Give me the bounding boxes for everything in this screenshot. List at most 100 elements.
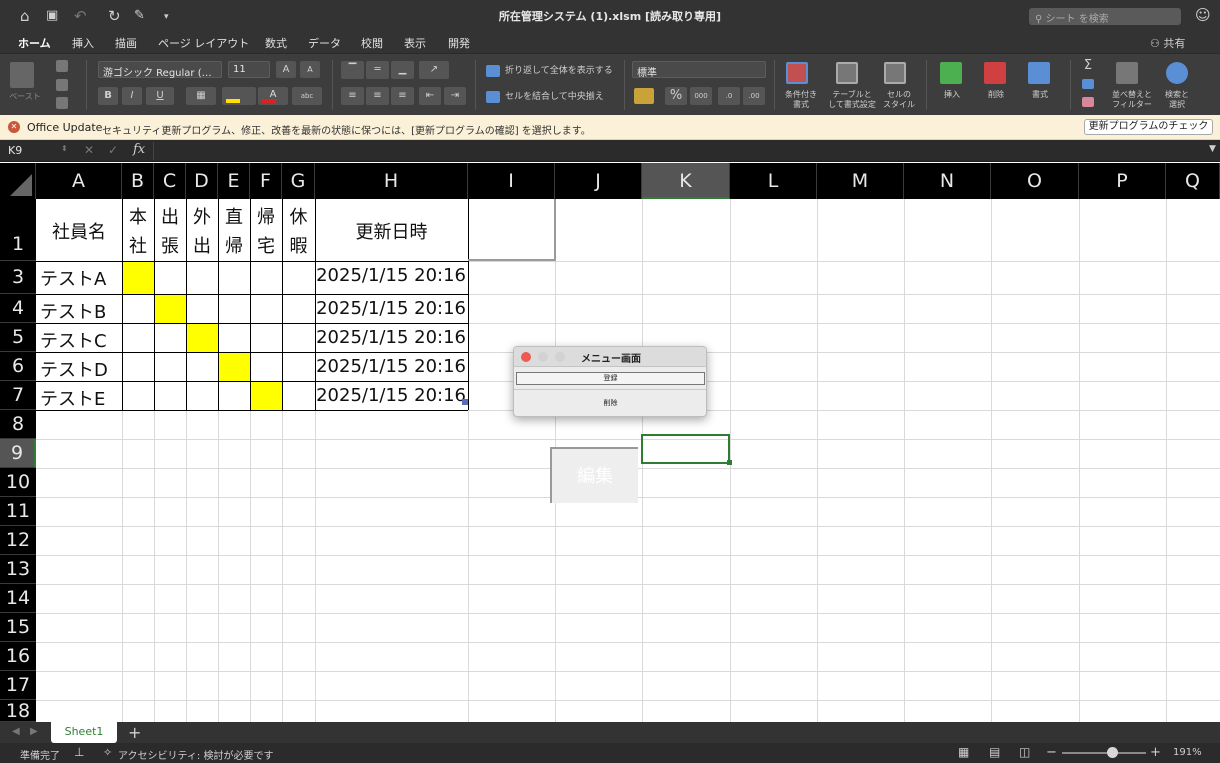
header-status-char[interactable]: 張 xyxy=(154,232,186,258)
column-header[interactable]: D xyxy=(186,163,218,199)
header-status-char[interactable]: 宅 xyxy=(250,232,282,258)
prev-sheet-icon[interactable]: ◀ xyxy=(12,726,20,737)
header-updated-at[interactable]: 更新日時 xyxy=(315,218,468,244)
employee-name-cell[interactable]: テストC xyxy=(40,327,107,353)
row-header[interactable]: 11 xyxy=(0,497,36,526)
decrease-decimal-button[interactable]: .00 xyxy=(743,87,765,105)
zoom-in-button[interactable]: + xyxy=(1150,745,1161,760)
font-size-select[interactable]: 11 xyxy=(228,61,270,78)
row-header[interactable]: 1 xyxy=(0,199,36,261)
orientation-button[interactable]: ↗ xyxy=(419,61,449,79)
bold-button[interactable]: B xyxy=(98,87,118,105)
currency-icon[interactable] xyxy=(634,88,654,104)
name-box-stepper-icon[interactable]: ⬍ xyxy=(61,144,68,153)
row-header[interactable]: 12 xyxy=(0,526,36,555)
column-header[interactable]: Q xyxy=(1166,163,1220,199)
cancel-icon[interactable]: ✕ xyxy=(84,143,94,157)
font-name-select[interactable]: 游ゴシック Regular (… xyxy=(98,61,222,79)
align-top-button[interactable]: ▔ xyxy=(341,61,364,79)
next-sheet-icon[interactable]: ▶ xyxy=(30,726,38,737)
align-center-button[interactable]: ≡ xyxy=(366,87,389,105)
worksheet-grid[interactable]: ABCDEFGHIJKLMNOPQ 1 3 4 5 6 7 8 9 10 11 12 13 14 15 16… xyxy=(0,163,1220,722)
row-header[interactable]: 6 xyxy=(0,352,36,381)
column-header[interactable]: P xyxy=(1079,163,1166,199)
align-right-button[interactable]: ≡ xyxy=(391,87,414,105)
sheet-tab-sheet1[interactable]: Sheet1 xyxy=(51,722,117,743)
tab-data[interactable]: データ xyxy=(308,35,341,51)
accessibility-icon[interactable]: ✧ xyxy=(103,746,112,759)
macro-record-icon[interactable]: ⊥ xyxy=(74,745,84,759)
row-header[interactable]: 8 xyxy=(0,410,36,439)
employee-name-cell[interactable]: テストE xyxy=(40,385,105,411)
select-all-corner[interactable] xyxy=(0,163,36,199)
tab-home[interactable]: ホーム xyxy=(15,35,54,56)
column-header[interactable]: N xyxy=(904,163,991,199)
account-icon[interactable]: ☺ xyxy=(1195,6,1211,24)
accessibility-status[interactable]: アクセシビリティ: 検討が必要です xyxy=(118,747,273,762)
row-header[interactable]: 15 xyxy=(0,613,36,642)
decrease-font-button[interactable]: A xyxy=(300,61,320,78)
updated-at-cell[interactable]: 2025/1/15 20:16 xyxy=(315,356,466,377)
header-status-char[interactable]: 社 xyxy=(122,232,154,258)
row-header[interactable]: 3 xyxy=(0,261,36,294)
row-header[interactable]: 9 xyxy=(0,439,36,468)
employee-name-cell[interactable]: テストA xyxy=(40,265,106,291)
row-header[interactable]: 13 xyxy=(0,555,36,584)
format-cells-icon[interactable] xyxy=(1028,62,1050,84)
row-header[interactable]: 4 xyxy=(0,294,36,323)
fill-color-button[interactable] xyxy=(222,87,256,105)
header-status-char[interactable]: 直 xyxy=(218,203,250,229)
header-status-char[interactable]: 出 xyxy=(186,232,218,258)
header-status-char[interactable]: 帰 xyxy=(218,232,250,258)
expand-formula-icon[interactable]: ▼ xyxy=(1209,144,1216,154)
zoom-level[interactable]: 191% xyxy=(1173,747,1202,758)
tab-review[interactable]: 校閲 xyxy=(361,35,383,51)
column-header[interactable]: M xyxy=(817,163,904,199)
zoom-slider-track[interactable] xyxy=(1062,752,1146,754)
decrease-indent-button[interactable]: ⇤ xyxy=(419,87,441,105)
tab-formulas[interactable]: 数式 xyxy=(265,35,287,51)
conditional-format-icon[interactable] xyxy=(786,62,808,84)
find-select-icon[interactable] xyxy=(1166,62,1188,84)
resize-handle[interactable] xyxy=(462,399,468,405)
updated-at-cell[interactable]: 2025/1/15 20:16 xyxy=(315,298,466,319)
copy-icon[interactable] xyxy=(56,79,68,91)
zoom-slider-knob[interactable] xyxy=(1107,747,1118,758)
register-button[interactable]: 登録 xyxy=(516,372,705,385)
column-header[interactable]: H xyxy=(315,163,468,199)
align-middle-button[interactable]: ═ xyxy=(366,61,389,79)
delete-button[interactable]: 削除 xyxy=(516,394,705,412)
share-button[interactable]: ⚇ 共有 xyxy=(1150,35,1185,51)
table-format-icon[interactable] xyxy=(836,62,858,84)
normal-view-icon[interactable]: ▦ xyxy=(958,745,969,759)
autosum-icon[interactable]: Σ xyxy=(1080,58,1096,74)
dismiss-update-icon[interactable]: ✕ xyxy=(8,121,20,133)
format-painter-icon[interactable] xyxy=(56,97,68,109)
merge-center-button[interactable]: セルを結合して中央揃え xyxy=(505,92,604,102)
header-status-char[interactable]: 外 xyxy=(186,203,218,229)
insert-function-button[interactable]: fx xyxy=(133,142,145,157)
sort-filter-icon[interactable] xyxy=(1116,62,1138,84)
enter-icon[interactable]: ✓ xyxy=(108,143,118,157)
borders-button[interactable]: ▦ xyxy=(186,87,216,105)
column-header[interactable]: I xyxy=(468,163,555,199)
fill-handle[interactable] xyxy=(727,460,732,465)
employee-name-cell[interactable]: テストD xyxy=(40,356,108,382)
updated-at-cell[interactable]: 2025/1/15 20:16 xyxy=(315,265,466,286)
cell-style-icon[interactable] xyxy=(884,62,906,84)
check-updates-button[interactable]: 更新プログラムのチェック xyxy=(1084,119,1213,135)
page-layout-view-icon[interactable]: ▤ xyxy=(989,745,1000,759)
updated-at-cell[interactable]: 2025/1/15 20:16 xyxy=(315,327,466,348)
row-header[interactable]: 5 xyxy=(0,323,36,352)
tab-insert[interactable]: 挿入 xyxy=(72,35,94,51)
column-header[interactable]: C xyxy=(154,163,186,199)
tab-draw[interactable]: 描画 xyxy=(115,35,137,51)
column-header[interactable]: K xyxy=(642,163,730,199)
column-header[interactable]: E xyxy=(218,163,250,199)
column-header[interactable]: F xyxy=(250,163,282,199)
paste-icon[interactable] xyxy=(10,62,34,88)
search-input[interactable]: ⚲ シート を検索 xyxy=(1029,8,1181,25)
align-bottom-button[interactable]: ▁ xyxy=(391,61,414,79)
underline-button[interactable]: U xyxy=(146,87,174,105)
increase-indent-button[interactable]: ⇥ xyxy=(444,87,466,105)
